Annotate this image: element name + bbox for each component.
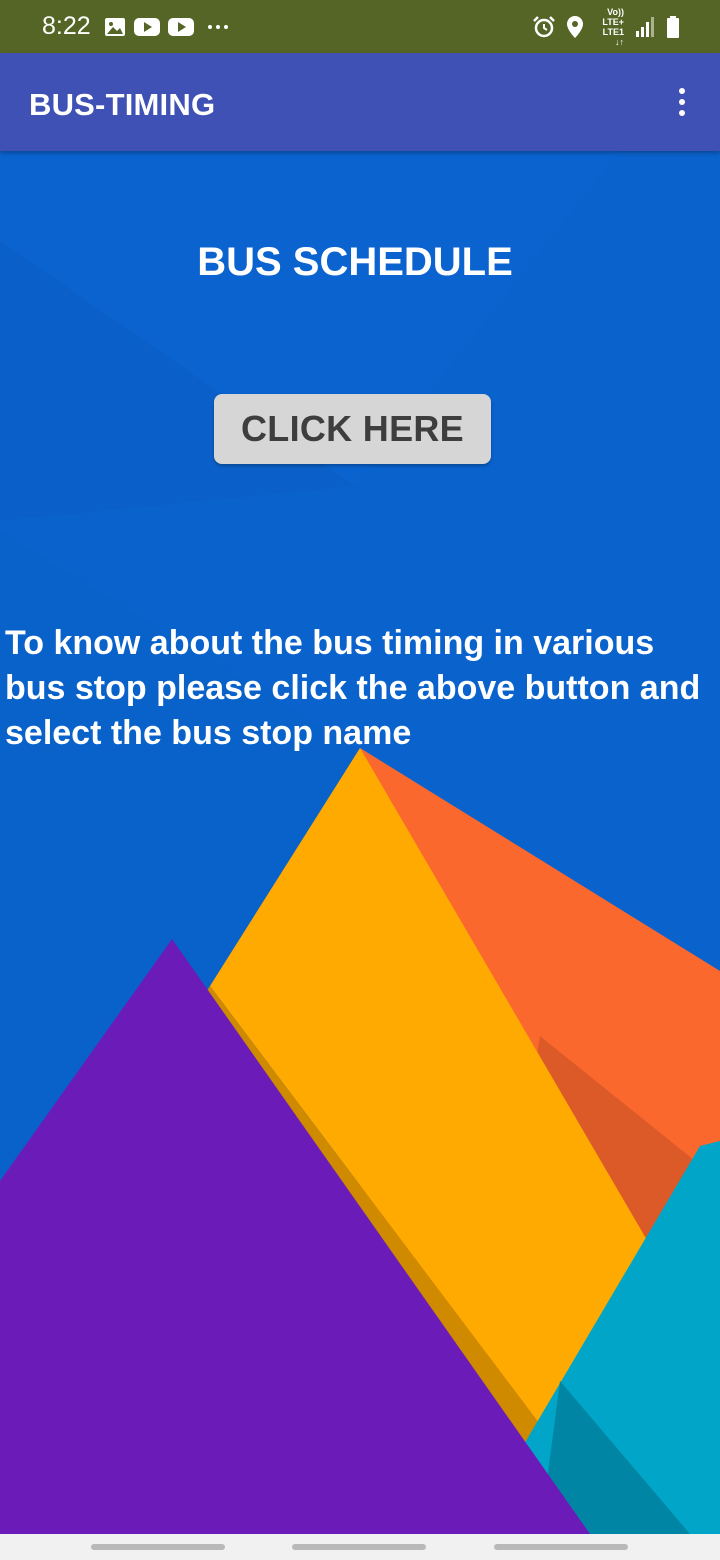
app-title: BUS-TIMING <box>29 87 216 122</box>
app-bar: BUS-TIMING <box>0 53 720 151</box>
network-indicator: Vo)) LTE+ LTE1 ↓↑ <box>594 7 624 47</box>
status-time: 8:22 <box>42 12 91 40</box>
notification-icons <box>104 14 232 40</box>
youtube-icon <box>134 18 160 36</box>
youtube-icon <box>168 18 194 36</box>
network-line-1: Vo)) LTE+ <box>602 7 624 27</box>
background-wallpaper <box>0 151 720 1534</box>
system-icons: Vo)) LTE+ LTE1 ↓↑ <box>532 7 680 47</box>
overflow-dot <box>679 110 685 116</box>
overflow-dot <box>679 99 685 105</box>
status-bar: 8:22 Vo)) LTE+ LTE1 ↓↑ <box>0 0 720 53</box>
click-here-button[interactable]: CLICK HERE <box>214 394 491 464</box>
recent-apps-button[interactable] <box>91 1544 225 1550</box>
back-button[interactable] <box>494 1544 628 1550</box>
overflow-dot <box>679 88 685 94</box>
main-content: BUS SCHEDULE CLICK HERE To know about th… <box>0 151 720 1534</box>
navigation-bar <box>0 1534 720 1560</box>
signal-icon <box>636 17 654 37</box>
home-button[interactable] <box>292 1544 426 1550</box>
location-icon <box>567 16 583 38</box>
battery-icon <box>667 16 679 38</box>
more-dots-icon <box>208 25 228 29</box>
alarm-icon <box>533 16 555 38</box>
description-text: To know about the bus timing in various … <box>5 624 701 752</box>
network-line-2: LTE1 ↓↑ <box>602 27 624 47</box>
more-vert-icon[interactable] <box>670 84 694 120</box>
image-icon <box>105 18 125 36</box>
page-heading: BUS SCHEDULE <box>197 240 513 284</box>
